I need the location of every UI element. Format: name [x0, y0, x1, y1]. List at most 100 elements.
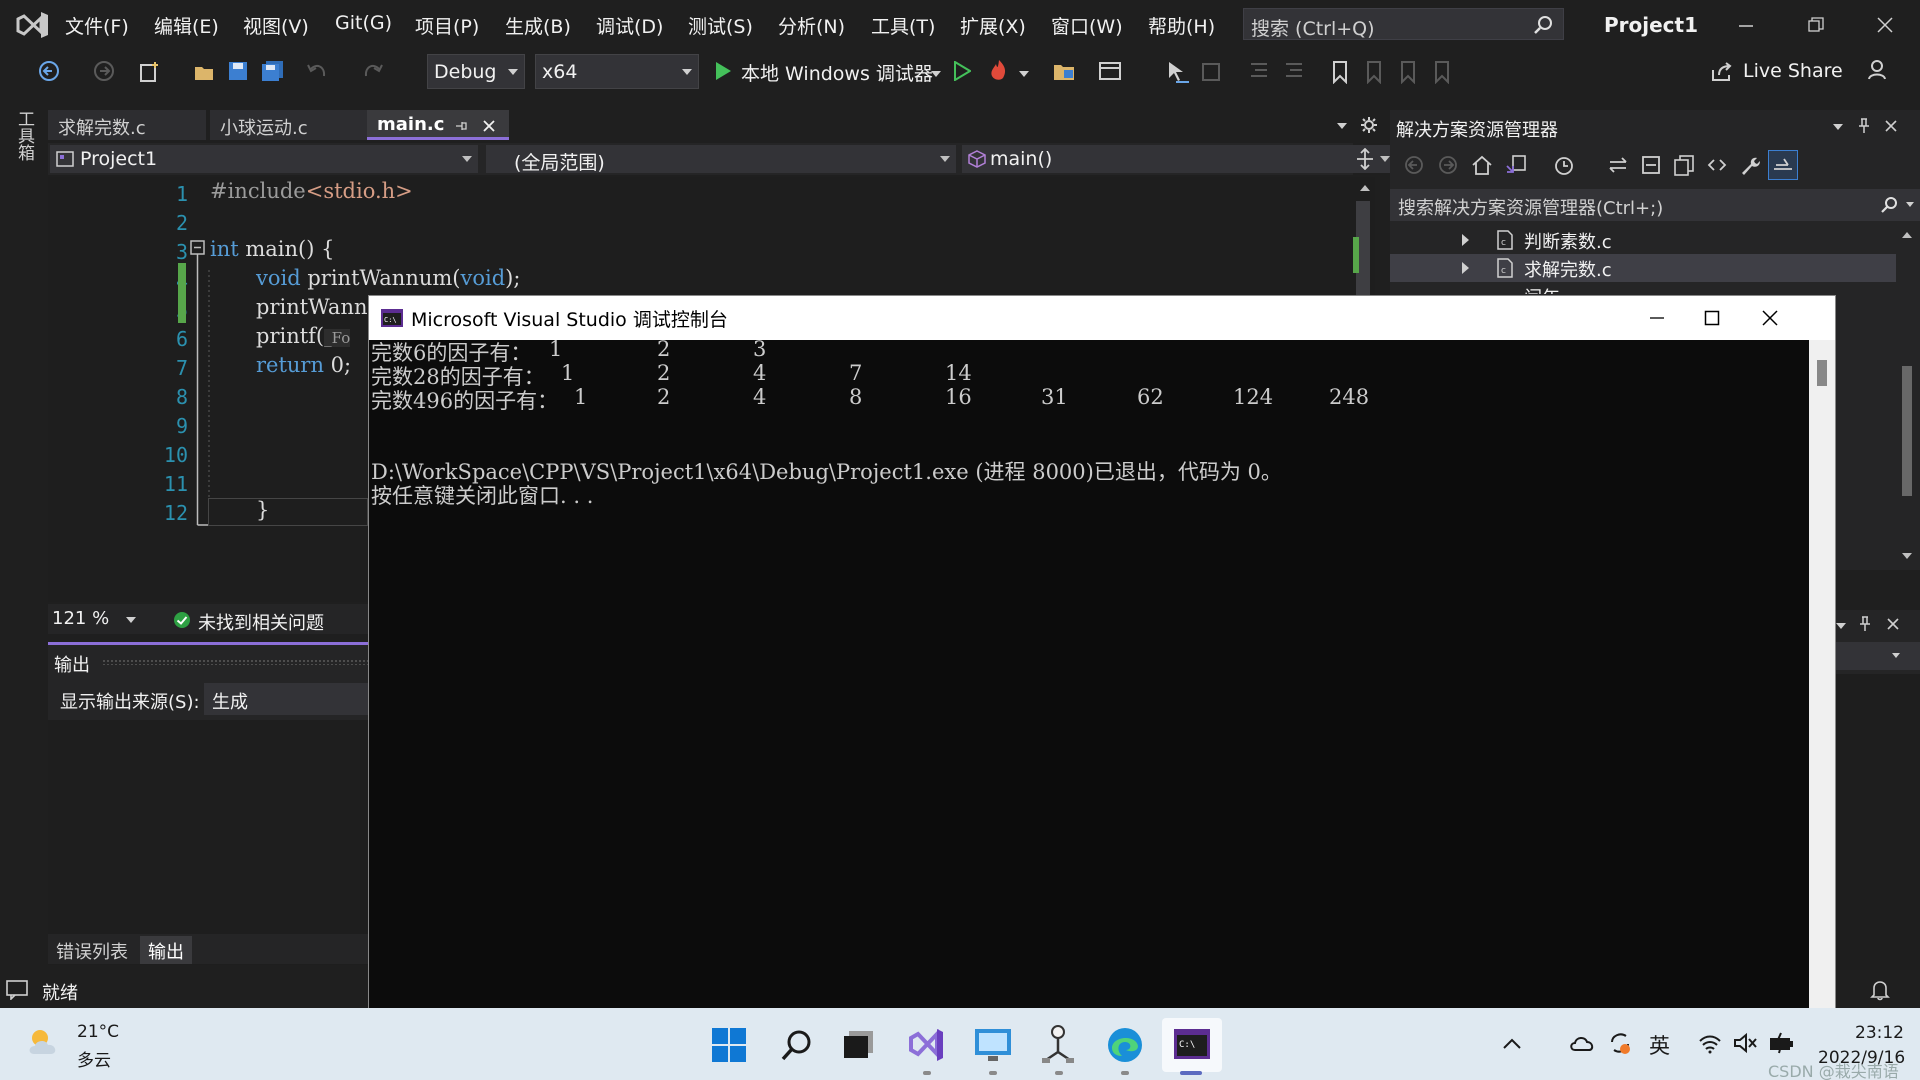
maximize-icon[interactable] [1704, 310, 1720, 326]
new-project-icon[interactable] [138, 60, 162, 84]
weather-description[interactable]: 多云 [77, 1046, 111, 1071]
tab-list-dropdown-icon[interactable] [1337, 123, 1347, 129]
pin-icon[interactable] [454, 119, 468, 133]
comment-out-icon[interactable] [1247, 60, 1271, 82]
tree-item-1[interactable]: c 判断素数.c [1390, 226, 1896, 254]
restore-icon[interactable] [1808, 17, 1824, 33]
minimize-icon[interactable] [1649, 312, 1665, 324]
solution-search-input[interactable]: 搜索解决方案资源管理器(Ctrl+;) [1390, 189, 1920, 221]
solution-configurations-icon[interactable] [1098, 60, 1122, 82]
menu-file[interactable]: 文件(F) [65, 12, 129, 39]
expand-icon[interactable] [1462, 234, 1469, 246]
split-editor-icon[interactable] [1355, 148, 1375, 170]
chevron-down-icon[interactable] [1019, 71, 1029, 77]
settings-gear-icon[interactable] [1360, 116, 1378, 134]
clock-time[interactable]: 23:12 [1855, 1023, 1904, 1043]
browse-folder-icon[interactable] [1052, 60, 1076, 82]
menu-project[interactable]: 项目(P) [415, 12, 479, 39]
wifi-icon[interactable] [1698, 1034, 1722, 1054]
output-source-dropdown[interactable]: 生成 [204, 683, 374, 715]
live-share-icon[interactable] [1711, 62, 1733, 82]
forward-icon[interactable] [93, 60, 115, 82]
pin-icon[interactable] [1858, 616, 1872, 632]
debug-console-window[interactable]: C:\ Microsoft Visual Studio 调试控制台 完数6的因子… [368, 295, 1836, 1012]
save-icon[interactable] [227, 60, 249, 82]
scroll-up-icon[interactable] [1360, 185, 1370, 191]
output-text-area[interactable] [48, 720, 370, 965]
output-icon[interactable] [6, 980, 28, 1000]
next-bookmark-icon[interactable] [1398, 60, 1420, 84]
show-all-files-icon[interactable] [1673, 154, 1695, 176]
prev-bookmark-icon[interactable] [1364, 60, 1386, 84]
undo-icon[interactable] [306, 60, 328, 82]
close-icon[interactable] [1884, 119, 1898, 133]
chevron-up-icon[interactable] [1502, 1038, 1522, 1050]
close-icon[interactable] [1762, 310, 1778, 326]
zoom-level[interactable]: 121 % [52, 608, 109, 629]
collapse-all-icon[interactable] [1640, 154, 1662, 176]
visual-studio-taskbar-icon[interactable] [907, 1026, 945, 1064]
partly-cloudy-icon[interactable] [26, 1026, 64, 1058]
tab-file-1[interactable]: 求解完数.c [48, 110, 206, 140]
back-icon[interactable] [1404, 155, 1424, 175]
member-nav-dropdown[interactable]: main() [962, 145, 1396, 173]
feedback-icon[interactable] [1866, 58, 1890, 82]
chevron-down-icon[interactable] [931, 71, 941, 77]
step-cursor-icon[interactable] [1166, 60, 1190, 84]
menu-debug[interactable]: 调试(D) [596, 12, 663, 39]
panel-grip[interactable] [102, 659, 370, 665]
tab-error-list[interactable]: 错误列表 [48, 936, 136, 964]
menu-analyze[interactable]: 分析(N) [778, 12, 845, 39]
chevron-down-icon[interactable] [1833, 124, 1843, 130]
chevron-down-icon[interactable] [1836, 623, 1846, 629]
weather-temperature[interactable]: 21°C [77, 1022, 119, 1042]
configuration-dropdown[interactable]: Debug [427, 54, 525, 89]
console-title-bar[interactable]: C:\ Microsoft Visual Studio 调试控制台 [369, 296, 1835, 340]
menu-tools[interactable]: 工具(T) [871, 12, 935, 39]
issues-status[interactable]: 未找到相关问题 [198, 609, 324, 635]
view-code-icon[interactable] [1706, 154, 1728, 176]
start-without-debugging-icon[interactable] [953, 61, 971, 81]
home-icon[interactable] [1471, 154, 1493, 176]
tree-item-2[interactable]: c 求解完数.c [1390, 254, 1896, 282]
menu-view[interactable]: 视图(V) [243, 12, 309, 39]
format-icon[interactable] [1200, 60, 1224, 84]
pending-changes-icon[interactable] [1553, 154, 1575, 176]
back-icon[interactable] [38, 60, 60, 82]
console-scrollbar[interactable] [1809, 340, 1835, 1012]
pin-icon[interactable] [1857, 118, 1871, 134]
sync-icon[interactable] [1607, 154, 1629, 176]
menu-extensions[interactable]: 扩展(X) [960, 12, 1026, 39]
close-icon[interactable] [1886, 617, 1900, 631]
save-all-icon[interactable] [261, 60, 285, 82]
scroll-thumb[interactable] [1902, 366, 1912, 496]
menu-window[interactable]: 窗口(W) [1051, 12, 1123, 39]
scroll-down-icon[interactable] [1902, 553, 1912, 559]
properties-wrench-icon[interactable] [1739, 154, 1761, 176]
hot-reload-icon[interactable] [988, 58, 1010, 82]
chevron-down-icon[interactable] [126, 617, 136, 623]
platform-dropdown[interactable]: x64 [535, 54, 699, 89]
menu-test[interactable]: 测试(S) [688, 12, 753, 39]
preview-toggle[interactable] [1768, 150, 1798, 180]
menu-git[interactable]: Git(G) [335, 12, 392, 34]
scroll-up-icon[interactable] [1902, 232, 1912, 238]
onedrive-cloud-icon[interactable] [1569, 1034, 1595, 1052]
expand-icon[interactable] [1462, 262, 1469, 274]
tree-item-3[interactable]: 闰年.c [1390, 282, 1896, 294]
tree-scrollbar[interactable] [1896, 226, 1918, 566]
chevron-down-icon[interactable] [1906, 202, 1914, 207]
console-output[interactable]: 完数6的因子有： 1 2 3 完数28的因子有： 1 2 4 7 14 完数49… [369, 337, 1809, 1012]
scope-nav-dropdown[interactable]: (全局范围) [486, 145, 956, 174]
tab-output[interactable]: 输出 [140, 936, 192, 964]
clear-bookmarks-icon[interactable] [1432, 60, 1454, 84]
search-input[interactable]: 搜索 (Ctrl+Q) [1243, 8, 1564, 40]
console-taskbar-icon[interactable]: C:\ [1174, 1029, 1210, 1059]
remote-desktop-icon[interactable] [974, 1028, 1012, 1062]
sync-status-icon[interactable] [1608, 1030, 1632, 1056]
minimize-icon[interactable] [1738, 18, 1754, 34]
network-tool-icon[interactable] [1040, 1024, 1076, 1064]
start-debugging-icon[interactable] [714, 61, 732, 81]
search-icon[interactable] [780, 1028, 814, 1062]
volume-muted-icon[interactable] [1733, 1032, 1759, 1054]
